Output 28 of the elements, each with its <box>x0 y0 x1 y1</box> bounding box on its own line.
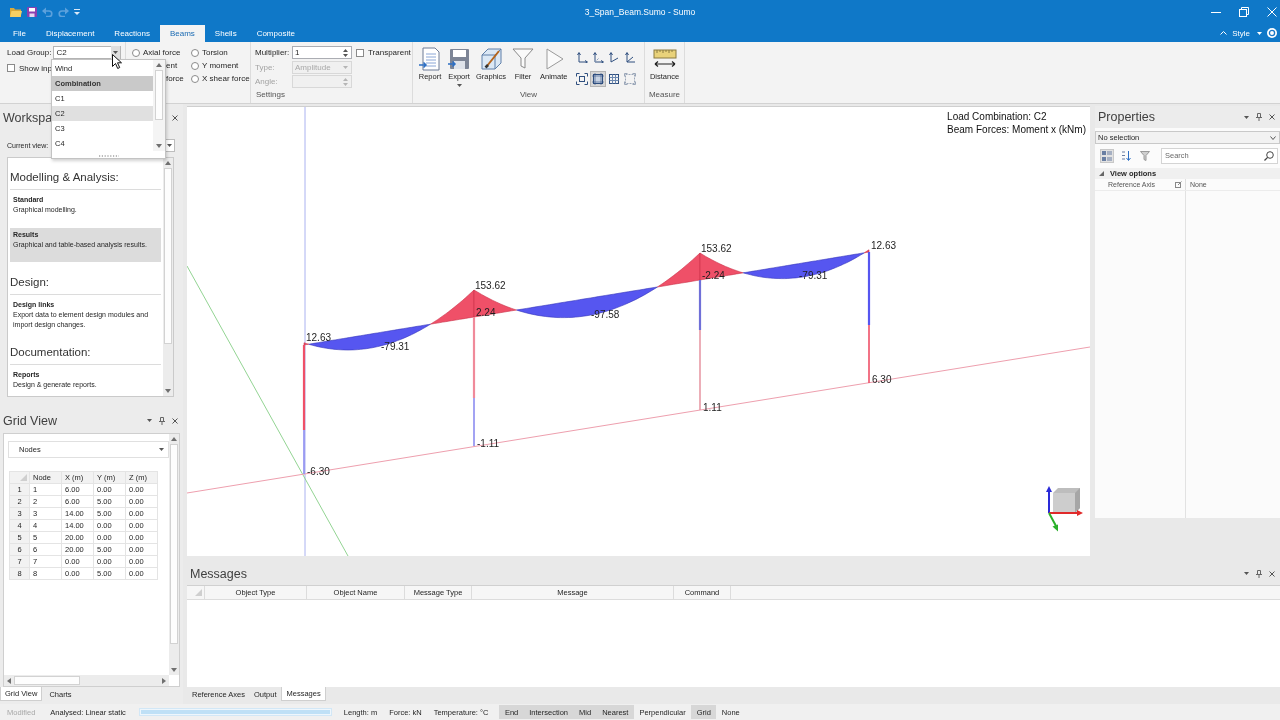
panel-title: Properties <box>1098 110 1155 124</box>
window-title: 3_Span_Beam.Sumo - Sumo <box>584 7 696 17</box>
moment-value-label: -79.31 <box>381 341 410 352</box>
group-label: Measure <box>647 90 682 101</box>
panel-title: Grid View <box>3 413 57 428</box>
field-label: Angle: <box>255 77 279 86</box>
moment-value-label: 153.62 <box>475 280 506 291</box>
moment-value-label: 6.30 <box>872 374 892 385</box>
viewport-caption: Beam Forces: Moment x (kNm) <box>947 123 1086 136</box>
field-label: Type: <box>255 62 276 72</box>
panel-title: Workspa <box>3 110 53 125</box>
moment-value-label: 153.62 <box>701 243 732 254</box>
field-label: Multiplier: <box>255 48 291 57</box>
panel-title: Messages <box>190 566 247 581</box>
section-heading: Documentation: <box>10 333 161 365</box>
moment-value-label: 1.11 <box>703 402 722 413</box>
moment-value-label: 2.24 <box>476 307 496 318</box>
field-label: Load Group: <box>7 48 52 57</box>
group-label: Settings <box>255 90 286 101</box>
moment-value-label: 12.63 <box>306 332 332 343</box>
viewport-caption: Load Combination: C2 <box>947 110 1048 123</box>
moment-value-label: -2.24 <box>702 270 725 281</box>
moment-value-label: 12.63 <box>871 240 897 251</box>
section-heading: Design: <box>10 263 161 295</box>
moment-value-label: -6.30 <box>307 466 330 477</box>
moment-value-label: -1.11 <box>477 438 500 449</box>
group-label: View <box>518 90 539 101</box>
moment-value-label: -97.58 <box>591 309 620 320</box>
